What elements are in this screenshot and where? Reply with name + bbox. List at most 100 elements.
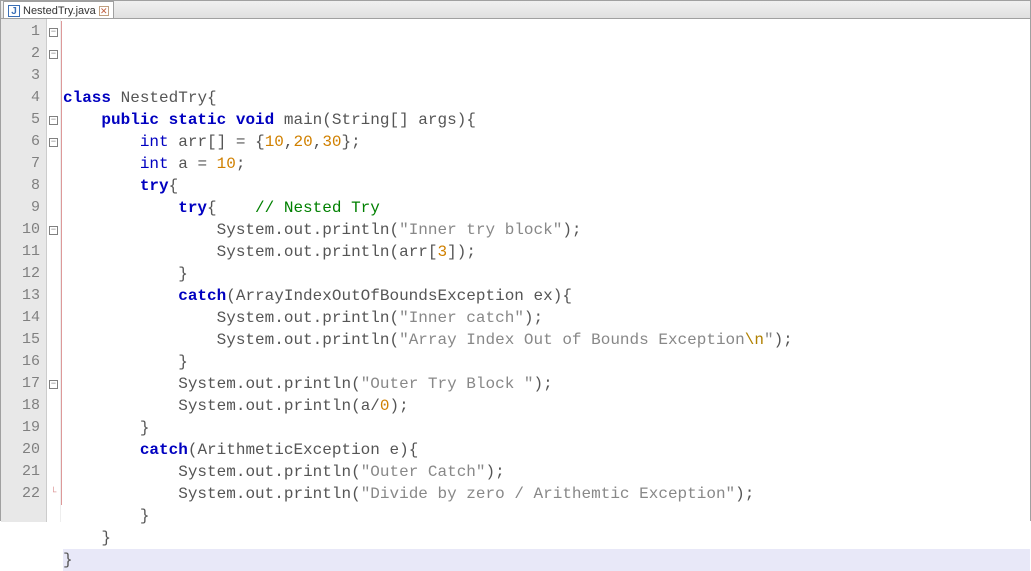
line-number: 17 [1,373,40,395]
token-ident: System [217,331,275,349]
code-editor[interactable]: 12345678910111213141516171819202122 −− −… [1,19,1030,522]
token-punc: . [313,221,323,239]
fold-minus-icon[interactable]: − [49,28,58,37]
token-ident: args [418,111,456,129]
code-line[interactable]: try{ // Nested Try [63,197,1030,219]
code-line[interactable]: } [63,505,1030,527]
code-line[interactable]: System.out.println("Outer Catch"); [63,461,1030,483]
fold-marker[interactable]: − [47,43,60,65]
code-line[interactable]: catch(ArrayIndexOutOfBoundsException ex)… [63,285,1030,307]
code-line[interactable]: } [63,549,1030,571]
token-kw: catch [178,287,226,305]
token-punc: ( [188,441,198,459]
fold-marker[interactable]: − [47,109,60,131]
fold-marker[interactable]: − [47,219,60,241]
code-line[interactable]: System.out.println("Inner try block"); [63,219,1030,241]
token-punc: . [236,463,246,481]
token-punc: ]); [447,243,476,261]
token-punc: { [562,287,572,305]
code-line[interactable]: System.out.println("Divide by zero / Ari… [63,483,1030,505]
token-ident: System [217,243,275,261]
token-punc: ); [486,463,505,481]
line-number: 22 [1,483,40,505]
line-number: 16 [1,351,40,373]
fold-marker [47,65,60,87]
token-punc: , [313,133,323,151]
line-number: 9 [1,197,40,219]
fold-minus-icon[interactable]: − [49,226,58,235]
token-punc: . [313,309,323,327]
token-str: "Inner catch" [399,309,524,327]
fold-marker[interactable]: └ [47,483,60,505]
code-line[interactable]: } [63,527,1030,549]
fold-marker [47,175,60,197]
token-punc: ( [351,397,361,415]
code-line[interactable]: System.out.println(arr[3]); [63,241,1030,263]
token-punc: ( [389,331,399,349]
token-kw: static [169,111,227,129]
token-type: int [140,155,169,173]
token-punc: ) [553,287,563,305]
token-punc: ( [351,463,361,481]
code-area[interactable]: class NestedTry{ public static void main… [61,19,1030,522]
code-line[interactable]: } [63,351,1030,373]
token-str: "Array Index Out of Bounds Exception [399,331,745,349]
fold-marker [47,329,60,351]
token-ident: out [284,309,313,327]
token-comment: // Nested Try [255,199,380,217]
code-line[interactable]: int a = 10; [63,153,1030,175]
fold-minus-icon[interactable]: − [49,138,58,147]
fold-minus-icon[interactable]: − [49,380,58,389]
fold-minus-icon[interactable]: − [49,50,58,59]
token-kw: public [101,111,159,129]
fold-marker[interactable]: − [47,21,60,43]
token-punc: } [140,419,150,437]
token-punc: { [169,177,179,195]
line-number: 19 [1,417,40,439]
token-punc: . [236,397,246,415]
token-punc: . [274,221,284,239]
token-op: = [236,133,246,151]
token-num: 10 [217,155,236,173]
fold-marker [47,285,60,307]
fold-marker[interactable]: − [47,373,60,395]
token-punc: [ [428,243,438,261]
token-punc: . [236,375,246,393]
fold-marker [47,263,60,285]
token-punc: ); [524,309,543,327]
token-ident: println [284,485,351,503]
code-line[interactable]: catch(ArithmeticException e){ [63,439,1030,461]
code-line[interactable]: System.out.println(a/0); [63,395,1030,417]
token-ident: System [178,375,236,393]
token-ident: out [284,331,313,349]
code-line[interactable]: System.out.println("Array Index Out of B… [63,329,1030,351]
tab-nestedtry[interactable]: J NestedTry.java ✕ [3,1,114,18]
token-punc: ( [351,485,361,503]
token-punc: . [313,243,323,261]
token-num: 30 [322,133,341,151]
token-punc: { [466,111,476,129]
fold-marker[interactable]: − [47,131,60,153]
fold-marker [47,417,60,439]
code-line[interactable]: class NestedTry{ [63,87,1030,109]
token-punc: . [274,463,284,481]
java-file-icon: J [8,5,20,17]
token-kw: void [236,111,274,129]
code-line[interactable]: } [63,417,1030,439]
token-punc: ( [322,111,332,129]
code-line[interactable]: int arr[] = {10,20,30}; [63,131,1030,153]
token-punc: } [178,353,188,371]
code-line[interactable]: } [63,263,1030,285]
close-icon[interactable]: ✕ [99,6,109,16]
code-line[interactable]: System.out.println("Inner catch"); [63,307,1030,329]
tab-bar: J NestedTry.java ✕ [1,1,1030,19]
token-punc: ) [457,111,467,129]
token-op: = [197,155,207,173]
code-line[interactable]: public static void main(String[] args){ [63,109,1030,131]
fold-column: − − − − − − └ [47,19,61,522]
token-ident: println [322,309,389,327]
line-number: 11 [1,241,40,263]
fold-minus-icon[interactable]: − [49,116,58,125]
code-line[interactable]: System.out.println("Outer Try Block "); [63,373,1030,395]
code-line[interactable]: try{ [63,175,1030,197]
